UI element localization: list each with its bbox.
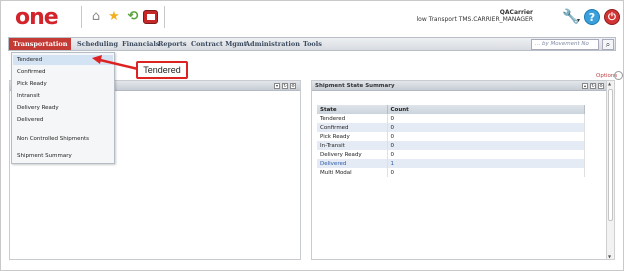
refresh-icon[interactable]: ⟲: [125, 9, 141, 25]
scrollbar-thumb[interactable]: [608, 89, 613, 221]
refresh-widget-icon[interactable]: ↻: [590, 83, 596, 89]
count-cell: 0: [387, 141, 585, 150]
count-cell: 0: [387, 114, 585, 123]
count-cell: 0: [387, 168, 585, 177]
transportation-dropdown-menu: Tendered Confirmed Pick Ready Intransit …: [11, 52, 115, 164]
count-cell: 1: [387, 159, 585, 168]
header-divider: [164, 6, 165, 28]
scroll-up-icon[interactable]: ▲: [608, 81, 611, 86]
one-logo[interactable]: one: [15, 6, 73, 30]
state-cell: Confirmed: [317, 123, 388, 132]
user-info: QACarrier low Transport TMS.CARRIER_MANA…: [416, 9, 533, 23]
header-divider: [81, 6, 82, 28]
app-header: one ⌂ ★ ⟲ QACarrier low Transport TMS.CA…: [1, 1, 623, 34]
state-cell: Tendered: [317, 114, 388, 123]
state-cell: Pick Ready: [317, 132, 388, 141]
menu-item-pick-ready[interactable]: Pick Ready: [13, 79, 113, 89]
scroll-down-icon[interactable]: ▼: [608, 254, 611, 259]
menu-item-intransit[interactable]: Intransit: [13, 91, 113, 101]
state-cell: Delivery Ready: [317, 150, 388, 159]
table-row[interactable]: Multi Modal 0: [317, 168, 585, 177]
table-row[interactable]: In-Transit 0: [317, 141, 585, 150]
state-summary-table: State Count Tendered 0 Confirmed 0 Pick Re…: [317, 105, 585, 177]
menu-item-delivered[interactable]: Delivered: [13, 115, 113, 125]
table-row[interactable]: Delivered 1: [317, 159, 585, 168]
count-cell: 0: [387, 123, 585, 132]
table-row[interactable]: Delivery Ready 0: [317, 150, 585, 159]
count-cell: 0: [387, 150, 585, 159]
menu-item-delivery-ready[interactable]: Delivery Ready: [13, 103, 113, 113]
tendered-callout: Tendered: [136, 61, 188, 79]
settings-widget-icon[interactable]: ⚙: [290, 83, 296, 89]
home-icon[interactable]: ⌂: [88, 9, 104, 25]
menu-item-non-controlled-shipments[interactable]: Non Controlled Shipments: [13, 134, 113, 144]
menu-item-shipment-summary[interactable]: Shipment Summary: [13, 151, 113, 161]
widget-title: Shipment State Summary: [312, 81, 606, 91]
help-icon[interactable]: ?: [584, 9, 600, 25]
gear-icon[interactable]: [614, 71, 623, 80]
nav-transportation[interactable]: Transportation: [9, 38, 72, 50]
nav-tools[interactable]: Tools: [299, 38, 326, 50]
report-icon[interactable]: [143, 10, 158, 24]
table-header-row: State Count: [317, 105, 585, 114]
table-row[interactable]: Tendered 0: [317, 114, 585, 123]
settings-widget-icon[interactable]: ⚙: [598, 83, 604, 89]
column-header-state[interactable]: State: [317, 105, 388, 114]
table-row[interactable]: Confirmed 0: [317, 123, 585, 132]
wrench-icon[interactable]: 🔧 ▾: [562, 9, 580, 25]
nav-scheduling[interactable]: Scheduling: [73, 38, 122, 50]
user-role: low Transport TMS.CARRIER_MANAGER: [416, 16, 533, 23]
state-cell: In-Transit: [317, 141, 388, 150]
collapse-icon[interactable]: ▾: [274, 83, 280, 89]
column-header-count[interactable]: Count: [387, 105, 585, 114]
menu-item-confirmed[interactable]: Confirmed: [13, 67, 113, 77]
menu-item-tendered[interactable]: Tendered: [13, 55, 113, 65]
collapse-icon[interactable]: ▴: [582, 83, 588, 89]
table-row[interactable]: Pick Ready 0: [317, 132, 585, 141]
power-icon[interactable]: ⏻: [604, 9, 620, 25]
main-nav: Transportation Scheduling Financials Rep…: [8, 37, 616, 51]
state-cell: Delivered: [317, 159, 388, 168]
star-icon[interactable]: ★: [106, 9, 122, 25]
count-cell: 0: [387, 132, 585, 141]
nav-reports[interactable]: Reports: [154, 38, 191, 50]
search-icon[interactable]: ⌕: [602, 39, 614, 50]
movement-search-input[interactable]: ... by Movement No: [531, 39, 599, 50]
user-name: QACarrier: [499, 9, 533, 16]
chevron-down-icon: ▾: [577, 17, 581, 24]
refresh-widget-icon[interactable]: ↻: [282, 83, 288, 89]
nav-administration[interactable]: Administration: [241, 38, 304, 50]
vertical-scrollbar[interactable]: ▲ ▼: [606, 80, 615, 260]
state-cell: Multi Modal: [317, 168, 388, 177]
